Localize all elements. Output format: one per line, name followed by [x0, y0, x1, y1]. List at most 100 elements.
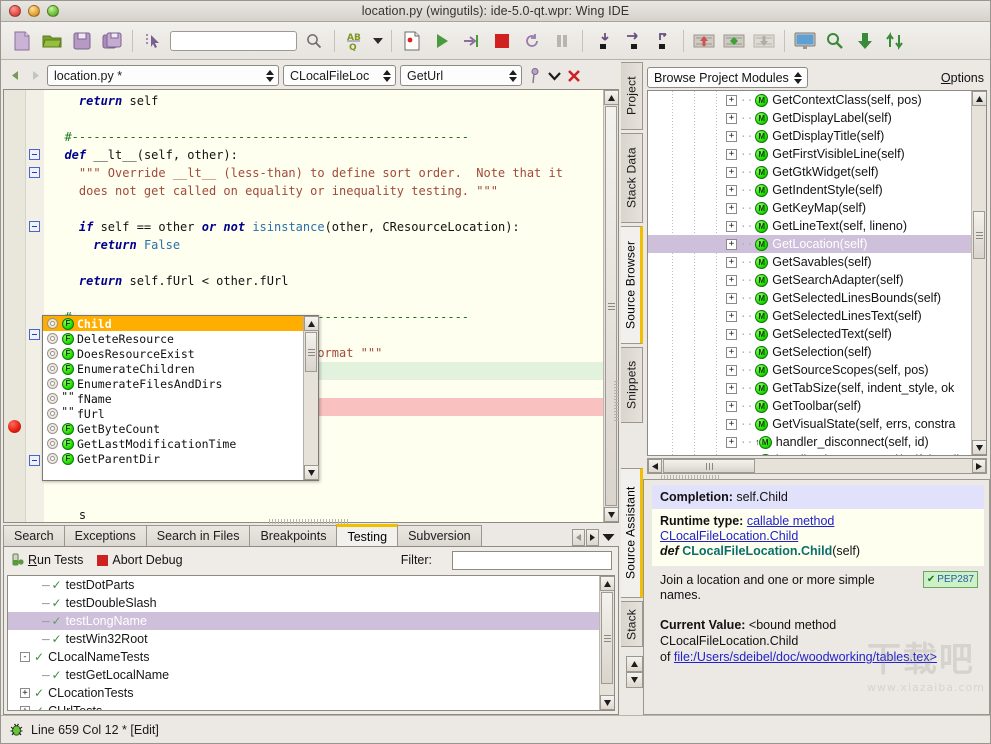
code-line[interactable]: return self.fUrl < other.fUrl — [44, 272, 603, 290]
autocomplete-scrollbar[interactable] — [303, 316, 318, 480]
autocomplete-item[interactable]: FGetByteCount — [43, 421, 303, 436]
fold-toggle[interactable] — [29, 167, 40, 178]
runtime-type-link[interactable]: callable method — [747, 514, 835, 528]
browser-tree-row[interactable]: +··MGetSelectedText(self) — [648, 325, 986, 343]
scroll-left-button[interactable] — [648, 459, 662, 473]
save-all-icon[interactable] — [97, 26, 127, 56]
browser-tree-row[interactable]: +··MGetFirstVisibleLine(self) — [648, 145, 986, 163]
tree-expander[interactable]: + — [20, 706, 30, 711]
tree-expander[interactable]: + — [726, 311, 737, 322]
run-icon[interactable] — [427, 26, 457, 56]
scroll-up-button[interactable] — [600, 576, 615, 591]
bookmark-up-icon[interactable] — [689, 26, 719, 56]
pause-icon[interactable] — [547, 26, 577, 56]
runtime-class-link[interactable]: CLocalFileLocation.Child — [660, 529, 798, 543]
tree-expander[interactable]: + — [726, 131, 737, 142]
select-pointer-icon[interactable] — [138, 26, 168, 56]
scrollbar-thumb[interactable] — [605, 106, 617, 506]
tree-expander[interactable]: + — [726, 221, 737, 232]
code-line[interactable]: #---------------------------------------… — [44, 128, 603, 146]
test-tree-row[interactable]: ─✓testWin32Root — [8, 630, 614, 648]
stop-icon[interactable] — [487, 26, 517, 56]
scroll-up-button[interactable] — [604, 90, 619, 105]
browser-scrollbar-vertical[interactable] — [971, 91, 986, 455]
vtab-project[interactable]: Project — [621, 62, 643, 130]
browser-tree-row[interactable]: +··MGetSelectedLinesText(self) — [648, 307, 986, 325]
autocomplete-item[interactable]: FChild — [43, 316, 303, 331]
step-over-icon[interactable] — [618, 26, 648, 56]
vtab-source-browser[interactable]: Source Browser — [621, 226, 643, 344]
class-selector-combo[interactable]: CLocalFileLoc — [283, 65, 396, 86]
test-tree-row[interactable]: ─✓testGetLocalName — [8, 666, 614, 684]
browser-tree-row[interactable]: +··MGetSearchAdapter(self) — [648, 271, 986, 289]
breakpoint-marker[interactable] — [8, 420, 21, 433]
scroll-up-button[interactable] — [972, 91, 987, 106]
scrollbar-thumb[interactable] — [973, 211, 985, 259]
browser-scrollbar-horizontal[interactable] — [647, 458, 987, 474]
tree-expander[interactable]: + — [726, 365, 737, 376]
browser-tree-row[interactable]: +··MGetDisplayLabel(self) — [648, 109, 986, 127]
new-file-icon[interactable] — [7, 26, 37, 56]
browser-tree-row[interactable]: +··MGetGtkWidget(self) — [648, 163, 986, 181]
tree-expander[interactable]: - — [20, 652, 30, 662]
sync-icon[interactable] — [880, 26, 910, 56]
search-icon[interactable] — [299, 26, 329, 56]
tab-search[interactable]: Search — [3, 525, 65, 546]
tree-expander[interactable]: + — [20, 688, 30, 698]
vtab-source-assistant[interactable]: Source Assistant — [621, 468, 643, 598]
bookmark-down-icon[interactable] — [749, 26, 779, 56]
autocomplete-list[interactable]: FChildFDeleteResourceFDoesResourceExistF… — [43, 316, 303, 480]
scroll-down-button[interactable] — [600, 695, 615, 710]
tab-scroll-right-button[interactable] — [586, 529, 599, 546]
browser-tree-row[interactable]: +··MGetDisplayTitle(self) — [648, 127, 986, 145]
autocomplete-item[interactable]: FEnumerateFilesAndDirs — [43, 376, 303, 391]
run-to-cursor-icon[interactable] — [457, 26, 487, 56]
restart-icon[interactable] — [517, 26, 547, 56]
editor-gutter[interactable] — [4, 90, 26, 522]
code-line[interactable] — [44, 110, 603, 128]
tree-expander[interactable]: + — [726, 203, 737, 214]
abort-debug-button[interactable]: Abort Debug — [97, 553, 182, 567]
browser-tree-row[interactable]: +··MGetKeyMap(self) — [648, 199, 986, 217]
autocomplete-item[interactable]: FGetLastModificationTime — [43, 436, 303, 451]
tree-expander[interactable]: + — [726, 347, 737, 358]
fold-toggle[interactable] — [29, 149, 40, 160]
file-selector-combo[interactable]: location.py * — [47, 65, 279, 86]
browser-tree-row[interactable]: +··MGetLineText(self, lineno) — [648, 217, 986, 235]
debug-file-icon[interactable] — [397, 26, 427, 56]
open-file-icon[interactable] — [37, 26, 67, 56]
tree-expander[interactable]: + — [726, 419, 737, 430]
tab-exceptions[interactable]: Exceptions — [64, 525, 147, 546]
download-icon[interactable] — [850, 26, 880, 56]
close-editor-icon[interactable] — [566, 67, 582, 85]
test-tree[interactable]: ─✓testDotParts─✓testDoubleSlash─✓testLon… — [7, 575, 615, 711]
step-into-icon[interactable] — [588, 26, 618, 56]
vtab-stack[interactable]: Stack — [621, 601, 643, 647]
scroll-down-button[interactable] — [626, 672, 643, 688]
scroll-up-button[interactable] — [626, 656, 643, 672]
browse-mode-combo[interactable]: Browse Project Modules — [647, 67, 808, 88]
filter-input[interactable] — [452, 551, 612, 570]
bookmark-set-icon[interactable] — [719, 26, 749, 56]
browser-tree-row[interactable]: +··MGetSavables(self) — [648, 253, 986, 271]
tree-expander[interactable]: + — [726, 437, 737, 448]
code-line[interactable]: """ Override __lt__ (less-than) to defin… — [44, 164, 603, 182]
tree-expander[interactable]: + — [726, 113, 737, 124]
autocomplete-popup[interactable]: FChildFDeleteResourceFDoesResourceExistF… — [42, 315, 319, 481]
code-line[interactable] — [44, 290, 603, 308]
scroll-down-button[interactable] — [604, 507, 619, 522]
browser-tree-row[interactable]: +··MGetSourceScopes(self, pos) — [648, 361, 986, 379]
tree-expander[interactable]: + — [726, 329, 737, 340]
vtab-snippets[interactable]: Snippets — [621, 347, 643, 423]
autocomplete-item[interactable]: ""fName — [43, 391, 303, 406]
tree-expander[interactable]: + — [726, 95, 737, 106]
browser-tree-row[interactable]: +··MGetTabSize(self, indent_style, ok — [648, 379, 986, 397]
autocomplete-item[interactable]: FGetParentDir — [43, 451, 303, 466]
scrollbar-thumb[interactable] — [663, 459, 755, 473]
autocomplete-item[interactable]: FDoesResourceExist — [43, 346, 303, 361]
pin-icon[interactable] — [526, 67, 542, 85]
tree-expander[interactable]: + — [726, 257, 737, 268]
browser-tree-row[interactable]: +··MGetSelection(self) — [648, 343, 986, 361]
tab-breakpoints[interactable]: Breakpoints — [249, 525, 337, 546]
browser-tree-row[interactable]: +··MGetLocation(self) — [648, 235, 986, 253]
